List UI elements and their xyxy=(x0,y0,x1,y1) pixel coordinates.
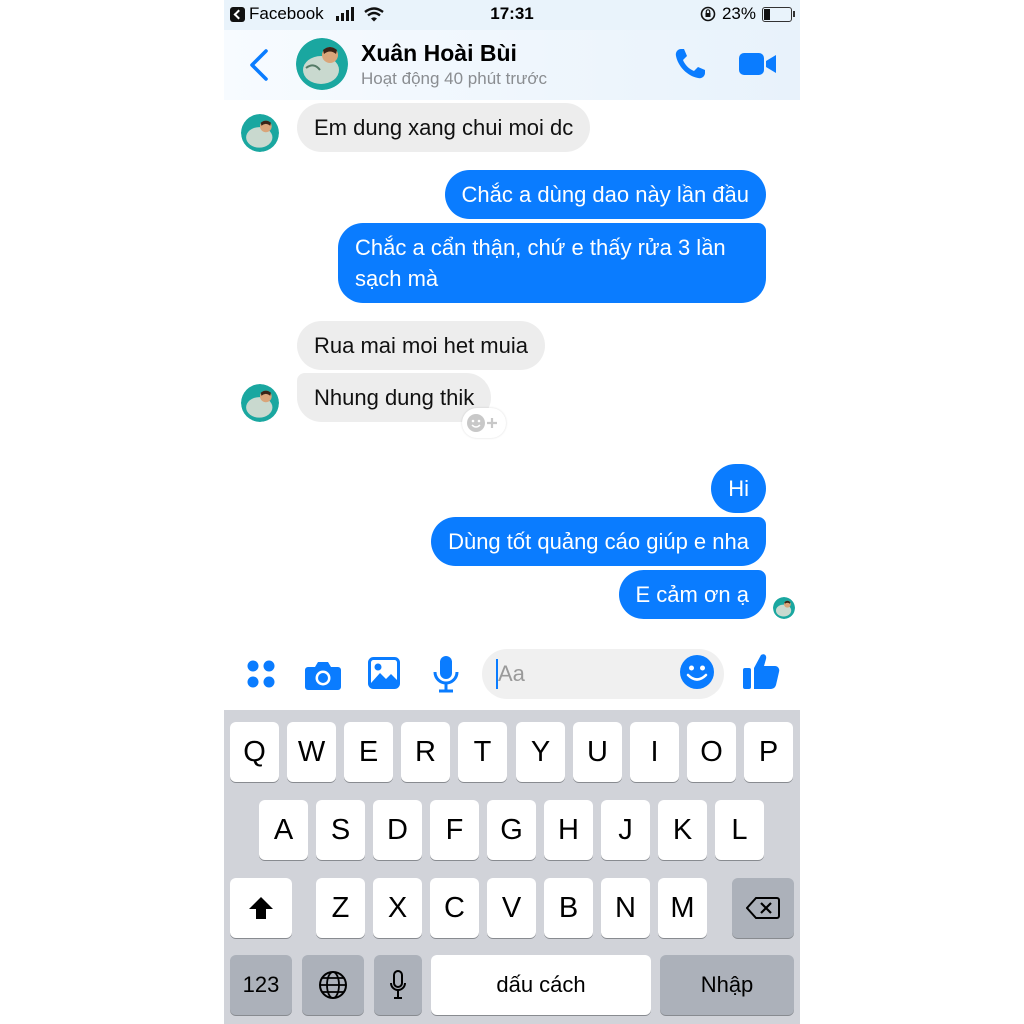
shift-icon xyxy=(249,897,273,919)
microphone-key-icon xyxy=(390,970,406,999)
key-o[interactable]: O xyxy=(687,722,736,782)
keyboard: Q W E R T Y U I O P A S D F G H J K L Z … xyxy=(224,710,800,1024)
emoji-icon[interactable] xyxy=(679,654,715,690)
key-i[interactable]: I xyxy=(630,722,679,782)
key-w[interactable]: W xyxy=(287,722,336,782)
more-actions-icon[interactable] xyxy=(246,659,276,689)
key-e[interactable]: E xyxy=(344,722,393,782)
dictation-key[interactable] xyxy=(374,955,422,1015)
microphone-icon[interactable] xyxy=(432,655,460,693)
key-j[interactable]: J xyxy=(601,800,650,860)
key-r[interactable]: R xyxy=(401,722,450,782)
conversation-header: Xuân Hoài Bùi Hoạt động 40 phút trước xyxy=(224,30,800,100)
backspace-icon xyxy=(745,897,780,919)
read-receipt-avatar xyxy=(773,597,795,619)
globe-icon xyxy=(319,971,347,999)
key-k[interactable]: K xyxy=(658,800,707,860)
contact-avatar[interactable] xyxy=(296,38,348,90)
key-m[interactable]: M xyxy=(658,878,707,938)
reaction-smiley-icon xyxy=(467,414,497,432)
key-n[interactable]: N xyxy=(601,878,650,938)
key-y[interactable]: Y xyxy=(516,722,565,782)
message-incoming[interactable]: Em dung xang chui moi dc xyxy=(297,103,591,152)
key-g[interactable]: G xyxy=(487,800,536,860)
key-v[interactable]: V xyxy=(487,878,536,938)
battery-percent: 23% xyxy=(721,4,756,23)
message-outgoing[interactable]: Chắc a dùng dao này lần đầu xyxy=(444,170,766,219)
thumbs-up-icon[interactable] xyxy=(741,651,781,691)
return-key[interactable]: Nhập xyxy=(660,955,794,1015)
key-d[interactable]: D xyxy=(373,800,422,860)
sender-avatar[interactable] xyxy=(241,114,279,152)
key-b[interactable]: B xyxy=(544,878,593,938)
message-composer xyxy=(224,645,800,710)
camera-icon[interactable] xyxy=(304,659,342,691)
key-u[interactable]: U xyxy=(573,722,622,782)
back-arrow-icon[interactable] xyxy=(248,48,270,82)
space-key[interactable]: dấu cách xyxy=(431,955,651,1015)
message-outgoing[interactable]: Chắc a cẩn thận, chứ e thấy rửa 3 lần sạ… xyxy=(338,223,766,303)
key-c[interactable]: C xyxy=(430,878,479,938)
status-bar: Facebook 17:31 23% xyxy=(224,0,800,30)
key-a[interactable]: A xyxy=(259,800,308,860)
message-outgoing[interactable]: Dùng tốt quảng cáo giúp e nha xyxy=(431,517,766,566)
key-x[interactable]: X xyxy=(373,878,422,938)
numbers-key[interactable]: 123 xyxy=(230,955,292,1015)
message-outgoing[interactable]: Hi xyxy=(711,464,766,513)
message-incoming[interactable]: Nhung dung thik xyxy=(297,373,492,422)
gallery-icon[interactable] xyxy=(368,657,400,689)
key-l[interactable]: L xyxy=(715,800,764,860)
add-reaction-button[interactable] xyxy=(462,408,506,438)
message-outgoing[interactable]: E cảm ơn ạ xyxy=(618,570,766,619)
key-f[interactable]: F xyxy=(430,800,479,860)
key-z[interactable]: Z xyxy=(316,878,365,938)
key-p[interactable]: P xyxy=(744,722,793,782)
message-incoming[interactable]: Rua mai moi het muia xyxy=(297,321,545,370)
video-call-icon[interactable] xyxy=(738,50,778,78)
messenger-screen: Facebook 17:31 23% Xuân Hoài Bùi Hoạt độ… xyxy=(224,0,800,1024)
battery-icon xyxy=(762,6,795,22)
key-h[interactable]: H xyxy=(544,800,593,860)
globe-key[interactable] xyxy=(302,955,364,1015)
key-q[interactable]: Q xyxy=(230,722,279,782)
active-status: Hoạt động 40 phút trước xyxy=(361,69,548,88)
text-cursor xyxy=(496,659,498,689)
sender-avatar[interactable] xyxy=(241,384,279,422)
key-t[interactable]: T xyxy=(458,722,507,782)
backspace-key[interactable] xyxy=(732,878,794,938)
contact-name[interactable]: Xuân Hoài Bùi xyxy=(361,40,517,67)
shift-key[interactable] xyxy=(230,878,292,938)
key-s[interactable]: S xyxy=(316,800,365,860)
orientation-lock-icon xyxy=(700,6,716,22)
phone-icon[interactable] xyxy=(672,46,708,82)
